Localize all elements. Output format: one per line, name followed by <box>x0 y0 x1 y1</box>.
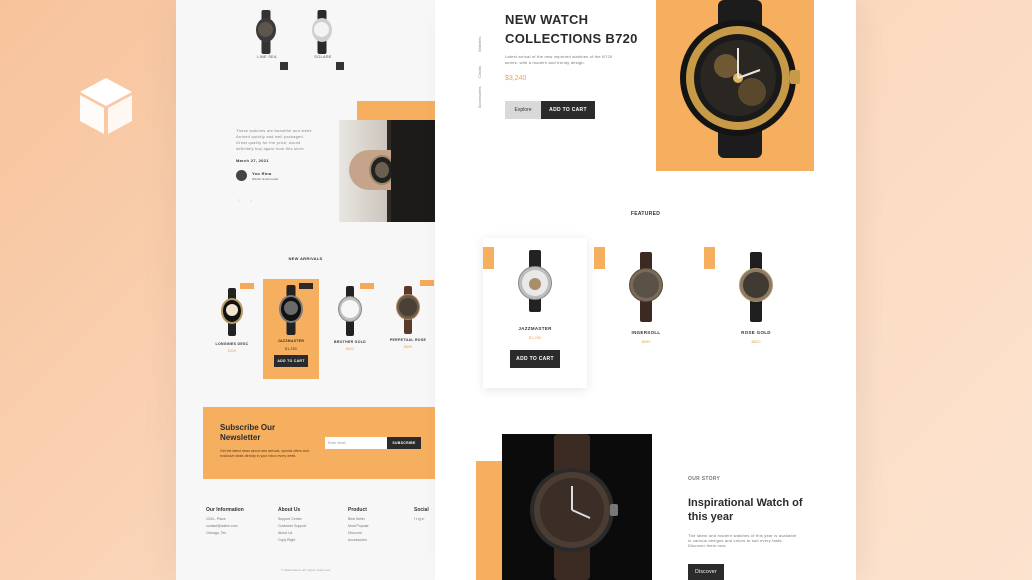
hero-add-to-cart-button[interactable]: ADD TO CART <box>541 101 595 119</box>
wrist-watch-photo <box>339 120 435 222</box>
footer-link[interactable]: Best Seller <box>348 517 369 521</box>
newsletter-subscribe-button[interactable]: SUBSCRIBE <box>387 437 421 449</box>
testimonial-date: March 27, 2021 <box>236 158 269 163</box>
featured-name-3: ROSE GOLD <box>741 330 771 335</box>
newsletter-title: Subscribe Our Newsletter <box>220 423 276 442</box>
footer-link[interactable]: Chicago, Tex <box>206 531 244 535</box>
top-watch-2-cart-icon[interactable] <box>336 62 344 70</box>
footer-link[interactable]: contact@watch.com <box>206 524 244 528</box>
arrival-price-2: $1,250 <box>285 347 297 351</box>
top-watch-1-cart-icon[interactable] <box>280 62 288 70</box>
author-name: Yoo Rina <box>252 171 272 176</box>
featured-card-3[interactable]: ROSE GOLD $820 <box>704 238 808 388</box>
story-title: Inspirational Watch of this year <box>688 497 803 523</box>
top-watch-2-name: SOLARE <box>314 54 332 59</box>
author-role: Watch Enthusiast <box>252 177 279 181</box>
story-watch-svg <box>530 434 618 580</box>
social-icons[interactable]: f t ig in <box>414 517 429 521</box>
featured-card-2[interactable]: INGERSOLL $650 <box>594 238 698 388</box>
next-arrow-icon[interactable]: › <box>250 198 252 204</box>
featured-card-1[interactable]: JAZZMASTER $1,250 ADD TO CART <box>483 238 587 388</box>
story-discover-button[interactable]: Discover <box>688 564 724 580</box>
arrival-tag-3 <box>360 283 374 289</box>
hero-watch-image <box>680 0 800 158</box>
featured-tag-2 <box>594 247 605 269</box>
side-nav-clocks[interactable]: Clocks <box>477 66 482 78</box>
story-label: OUR STORY <box>688 476 721 482</box>
arrival-name-3: BROTHER GOLD <box>334 340 366 344</box>
side-nav-watches[interactable]: Watches <box>477 37 482 52</box>
story-accent-bar <box>476 461 502 580</box>
author-avatar <box>236 170 247 181</box>
hero-image-panel <box>656 0 814 171</box>
top-watch-1[interactable] <box>254 10 278 60</box>
footer-link[interactable]: About Us <box>278 531 306 535</box>
side-nav-accessories[interactable]: Accessories <box>477 86 482 108</box>
arrival-card-2-highlight[interactable]: JAZZMASTER $1,250 ADD TO CART <box>263 279 319 379</box>
arrival-tag-4 <box>420 280 434 286</box>
prev-arrow-icon[interactable]: ‹ <box>238 198 240 204</box>
footer-col-product: Product Best Seller Most Popular Discoun… <box>348 507 369 545</box>
arrival-tag-1 <box>240 283 254 289</box>
story-watch-image <box>502 434 652 580</box>
footer-link[interactable]: Discount <box>348 531 369 535</box>
story-text: The latest and modern watches of this ye… <box>688 533 797 548</box>
arrival-price-3: $640 <box>345 347 355 351</box>
featured-price-2: $650 <box>641 339 651 344</box>
hero-description: Latest arrival of the new imported watch… <box>505 54 613 65</box>
footer-link[interactable]: Support Center <box>278 517 306 521</box>
right-page-mockup: Watches Clocks Accessories NEW WATCH COL… <box>435 0 856 580</box>
new-arrivals-title: NEW ARRIVALS <box>288 256 323 261</box>
cube-logo-icon <box>80 78 132 134</box>
featured-price-3: $820 <box>751 339 761 344</box>
footer-link[interactable]: Customer Support <box>278 524 306 528</box>
testimonial-image-accent <box>357 101 435 121</box>
arrival-price-4: $890 <box>403 345 413 349</box>
newsletter-email-input[interactable]: Enter email <box>325 437 387 449</box>
footer-col-title: About Us <box>278 507 301 513</box>
testimonial-text: These watches are beautiful and sleek. A… <box>236 128 313 151</box>
featured-name-2: INGERSOLL <box>631 330 661 335</box>
footer-link[interactable]: 1234 - Place <box>206 517 244 521</box>
footer-col-title: Social <box>414 507 429 513</box>
arrival-name-1: LONGINES DESC <box>215 342 249 346</box>
hero-title-line1: NEW WATCH <box>505 12 589 27</box>
arrival-name-2: JAZZMASTER <box>277 339 305 343</box>
footer-col-about: About Us Support Center Customer Support… <box>278 507 306 545</box>
footer-col-info: Our Information 1234 - Place contact@wat… <box>206 507 244 538</box>
arrival-card-4[interactable]: PERPETUAL ROSE $890 <box>382 280 434 380</box>
footer-link[interactable]: Copy Right <box>278 538 306 542</box>
footer-link[interactable]: Accessories <box>348 538 369 542</box>
arrival-price-1: $320 <box>227 349 237 353</box>
left-page-mockup: LINE SEA SOLARE These watches are beauti… <box>176 0 435 580</box>
footer-col-title: Our Information <box>206 507 244 513</box>
featured-tag-1 <box>483 247 494 269</box>
featured-name-1: JAZZMASTER <box>518 326 552 331</box>
arrival-tag-2 <box>299 283 313 289</box>
hero-explore-button[interactable]: Explore <box>505 101 541 119</box>
arrival-card-1[interactable]: LONGINES DESC $320 <box>206 280 258 380</box>
hero-price: $3,240 <box>505 75 527 82</box>
top-watch-1-name: LINE SEA <box>257 54 277 59</box>
top-watch-2[interactable] <box>310 10 334 60</box>
hero-title-line2: COLLECTIONS B720 <box>505 31 638 46</box>
newsletter-section: Subscribe Our Newsletter Get the latest … <box>203 407 435 479</box>
featured-price-1: $1,250 <box>528 335 542 340</box>
featured-add-to-cart-button[interactable]: ADD TO CART <box>510 350 560 368</box>
footer-col-title: Product <box>348 507 367 513</box>
featured-tag-3 <box>704 247 715 269</box>
footer-copyright: © Watchstore all rights reserved <box>280 568 330 572</box>
featured-title: FEATURED <box>630 211 661 217</box>
arrival-card-3[interactable]: BROTHER GOLD $640 <box>324 280 376 380</box>
arrival-name-4: PERPETUAL ROSE <box>389 338 427 342</box>
footer-col-social: Social f t ig in <box>414 507 429 524</box>
newsletter-text: Get the latest news about new arrivals, … <box>220 449 309 458</box>
arrival-add-to-cart-button[interactable]: ADD TO CART <box>274 355 308 367</box>
footer-link[interactable]: Most Popular <box>348 524 369 528</box>
